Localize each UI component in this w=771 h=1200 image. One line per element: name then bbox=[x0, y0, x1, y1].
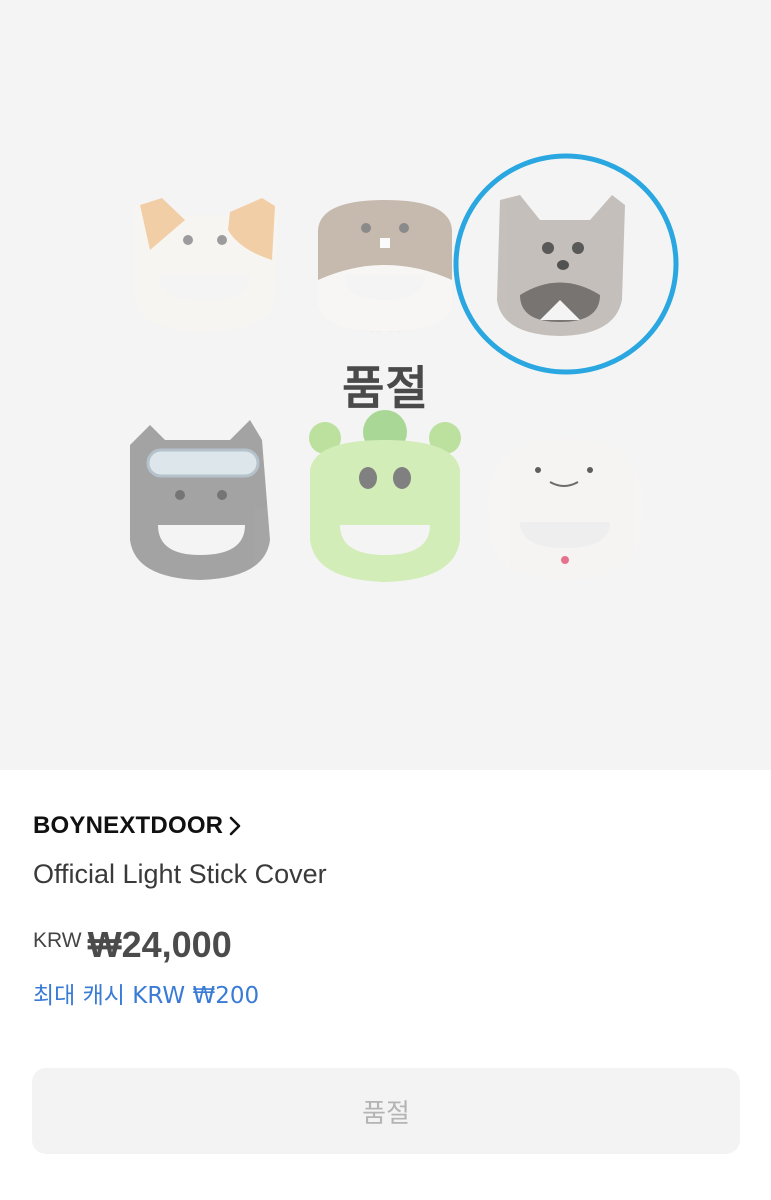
chevron-right-icon bbox=[229, 816, 241, 836]
product-image[interactable]: 품절 bbox=[0, 0, 771, 770]
brand-link[interactable]: BOYNEXTDOOR bbox=[33, 812, 243, 840]
product-page: 품절 BOYNEXTDOOR Official Light Stick Cove… bbox=[0, 0, 771, 1200]
soldout-button[interactable]: 품절 bbox=[32, 1068, 740, 1154]
fox-dog-cover bbox=[497, 195, 625, 336]
green-creature-cover bbox=[309, 410, 461, 582]
product-name: Official Light Stick Cover bbox=[33, 859, 327, 889]
max-cash-reward: 최대 캐시 KRW ₩200 bbox=[33, 983, 260, 1009]
price-row: KRW ₩24,000 bbox=[33, 924, 232, 966]
calico-cat-cover bbox=[135, 198, 278, 332]
currency-code: KRW bbox=[33, 929, 82, 952]
soldout-overlay-label: 품절 bbox=[342, 361, 429, 415]
brand-name: BOYNEXTDOOR bbox=[33, 812, 224, 839]
gray-cat-goggles-cover bbox=[130, 420, 270, 580]
price: ₩24,000 bbox=[87, 924, 232, 965]
white-ghost-cover bbox=[488, 438, 642, 580]
hamster-cover bbox=[318, 200, 452, 332]
product-info-panel: BOYNEXTDOOR Official Light Stick Cover K… bbox=[0, 770, 771, 1200]
